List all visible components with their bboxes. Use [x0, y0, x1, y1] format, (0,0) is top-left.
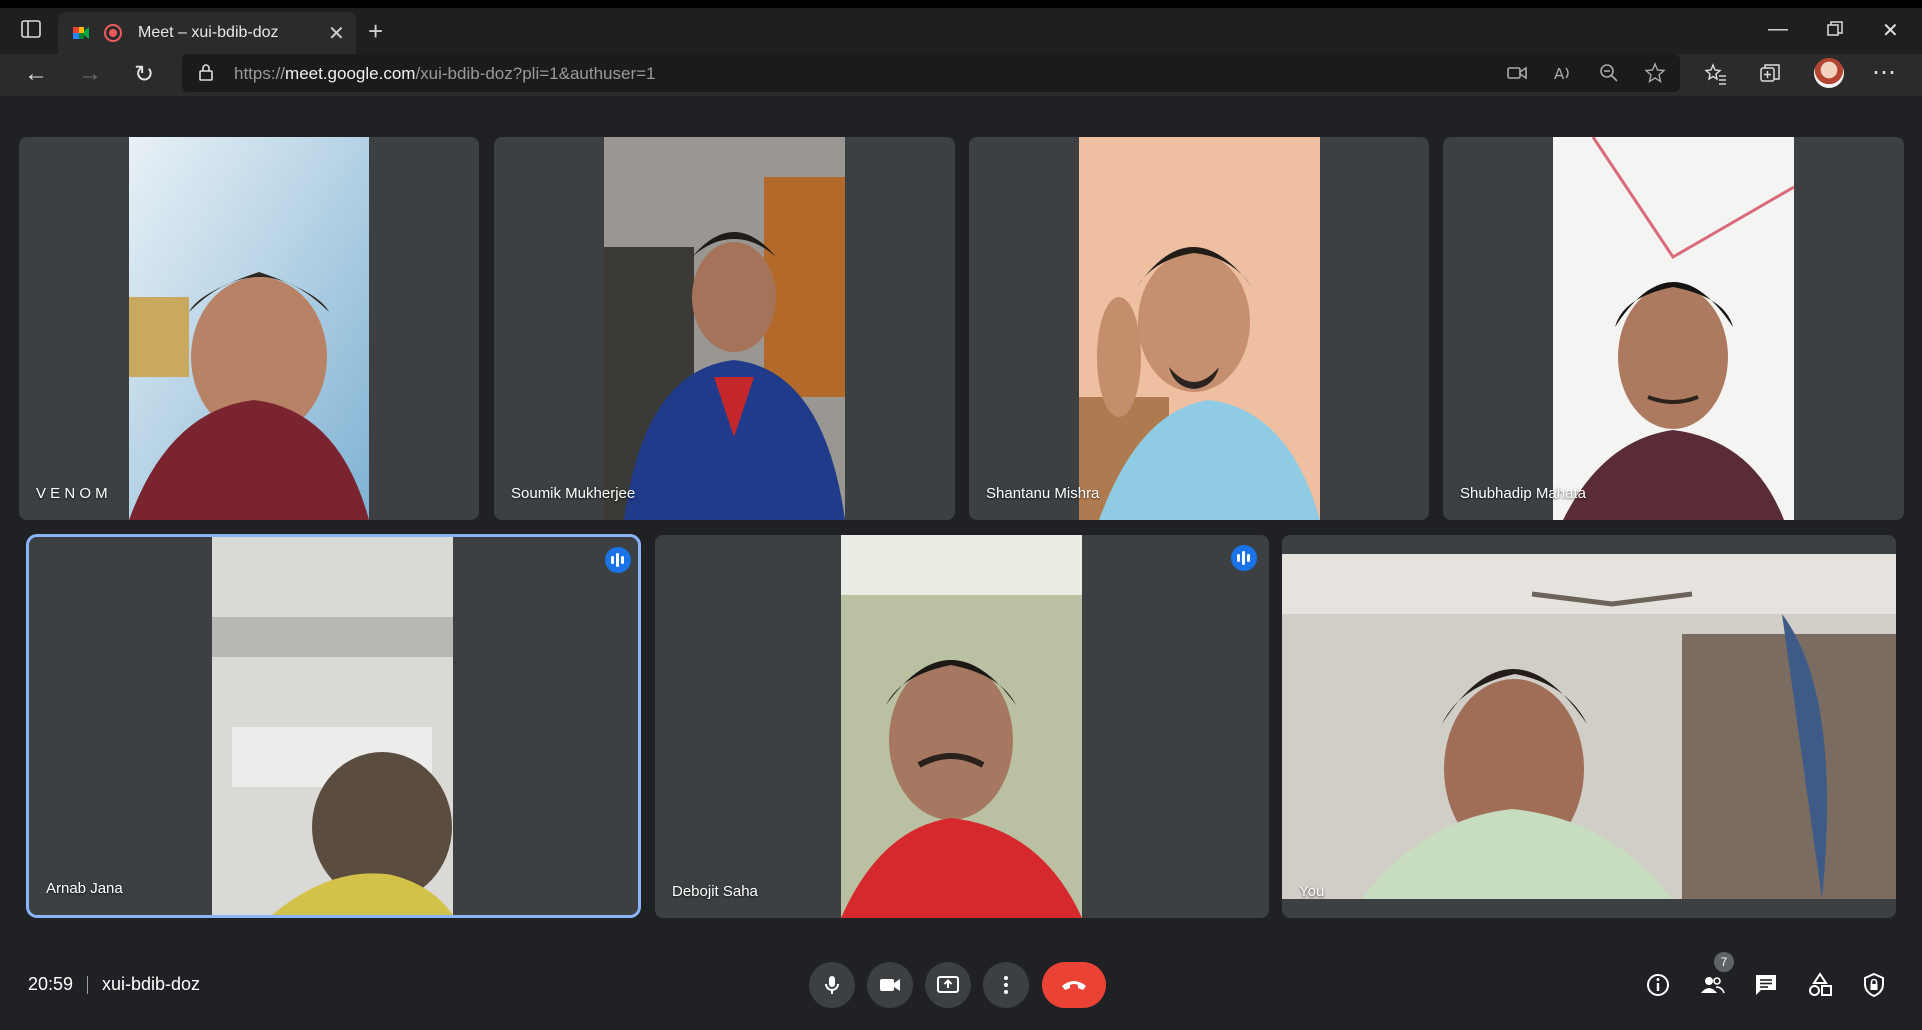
speaking-indicator-icon — [605, 547, 631, 573]
meeting-clock: 20:59 — [28, 974, 74, 994]
self-video — [1282, 554, 1896, 899]
participant-name: V E N O M — [36, 485, 108, 502]
present-screen-button[interactable] — [925, 962, 971, 1008]
participant-tile[interactable]: V E N O M — [19, 137, 479, 520]
participant-tile[interactable]: Shubhadip Mahata — [1443, 137, 1904, 520]
tab-title: Meet – xui-bdib-doz — [138, 24, 279, 41]
browser-tab[interactable]: Meet – xui-bdib-doz ✕ — [58, 12, 356, 54]
participant-video — [841, 535, 1082, 918]
speaking-indicator-icon — [1231, 545, 1257, 571]
people-icon[interactable] — [1699, 972, 1725, 998]
participant-video — [1079, 137, 1320, 520]
microphone-icon — [825, 976, 839, 994]
collections-icon[interactable] — [1758, 62, 1782, 86]
microphone-button[interactable] — [809, 962, 855, 1008]
recording-indicator-icon — [104, 24, 122, 42]
activities-icon[interactable] — [1807, 972, 1833, 998]
participant-name: Arnab Jana — [46, 880, 123, 897]
lock-icon[interactable] — [198, 63, 214, 81]
participant-name: Shubhadip Mahata — [1460, 485, 1586, 502]
camera-permission-icon[interactable] — [1506, 62, 1528, 84]
participant-tile[interactable]: Soumik Mukherjee — [494, 137, 955, 520]
participant-video — [129, 137, 369, 520]
participant-video — [212, 537, 453, 915]
window-close-icon[interactable]: ✕ — [1882, 18, 1899, 43]
address-toolbar: ← → ↻ https://meet.google.com/xui-bdib-d… — [0, 54, 1922, 96]
back-icon[interactable]: ← — [24, 60, 48, 88]
divider — [87, 976, 88, 994]
new-tab-icon[interactable]: + — [368, 16, 383, 47]
people-count-badge: 7 — [1714, 952, 1734, 972]
more-options-button[interactable] — [983, 962, 1029, 1008]
zoom-out-icon[interactable] — [1598, 62, 1620, 84]
present-screen-icon — [937, 976, 959, 993]
more-options-icon[interactable]: ⋯ — [1872, 58, 1896, 87]
camera-icon — [880, 979, 900, 991]
camera-button[interactable] — [867, 962, 913, 1008]
profile-avatar[interactable] — [1814, 58, 1844, 88]
participant-name: Soumik Mukherjee — [511, 485, 636, 502]
forward-icon[interactable]: → — [78, 60, 102, 88]
participant-tile[interactable]: Debojit Saha — [655, 535, 1269, 918]
meeting-code: xui-bdib-doz — [102, 974, 201, 994]
participant-name: Shantanu Mishra — [986, 485, 1100, 502]
meeting-details-icon[interactable] — [1645, 972, 1671, 998]
google-meet-icon — [73, 27, 89, 39]
participant-name: You — [1299, 883, 1325, 900]
favorites-icon[interactable] — [1704, 62, 1728, 86]
minimize-icon[interactable]: — — [1768, 18, 1788, 41]
tab-close-icon[interactable]: ✕ — [328, 21, 345, 46]
host-controls-icon[interactable] — [1861, 972, 1887, 998]
browser-tab-bar: Meet – xui-bdib-doz ✕ + — ✕ — [0, 0, 1922, 54]
more-vert-icon — [1004, 976, 1008, 994]
participant-tile[interactable]: Shantanu Mishra — [969, 137, 1429, 520]
url-text: https://meet.google.com/xui-bdib-doz?pli… — [234, 64, 656, 83]
add-favorite-icon[interactable] — [1644, 62, 1666, 84]
chat-icon[interactable] — [1753, 972, 1779, 998]
url-field[interactable]: https://meet.google.com/xui-bdib-doz?pli… — [182, 54, 1680, 92]
read-aloud-icon[interactable]: A — [1552, 62, 1574, 84]
reload-icon[interactable]: ↻ — [134, 60, 154, 89]
participant-video — [604, 137, 845, 520]
tab-actions-icon[interactable] — [20, 18, 42, 40]
participant-tile-speaking[interactable]: Arnab Jana — [26, 534, 641, 918]
restore-icon[interactable] — [1826, 20, 1844, 38]
participant-video — [1553, 137, 1794, 520]
leave-call-button[interactable] — [1042, 962, 1106, 1008]
participant-name: Debojit Saha — [672, 883, 758, 900]
self-view-tile[interactable]: You — [1282, 535, 1896, 918]
hang-up-icon — [1062, 981, 1086, 990]
svg-text:A: A — [1554, 65, 1565, 83]
